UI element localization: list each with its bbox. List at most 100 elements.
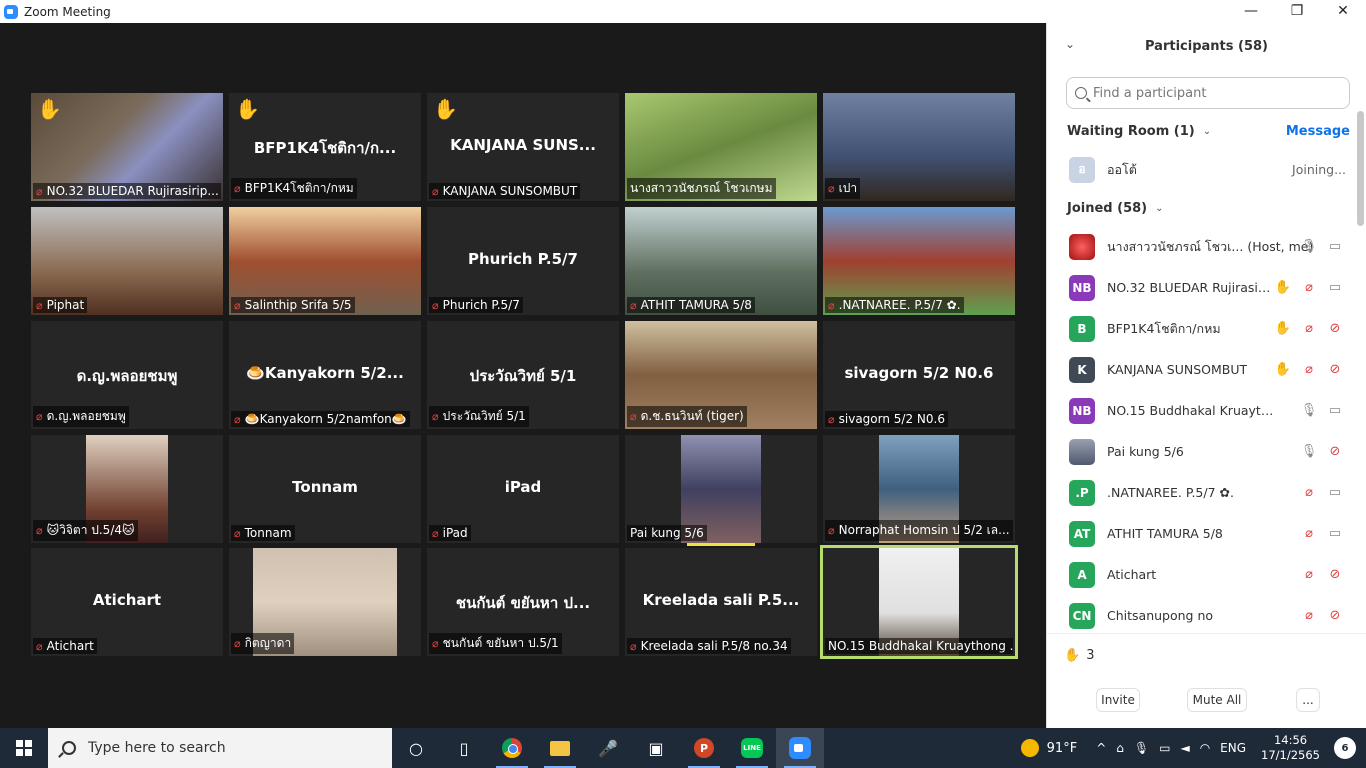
message-button[interactable]: Message bbox=[1286, 124, 1350, 139]
microphone-app-icon[interactable]: 🎤 bbox=[584, 728, 632, 768]
close-button[interactable]: ✕ bbox=[1320, 0, 1366, 23]
participant-row[interactable]: CN Chitsanupong no ⌀ ⊘ bbox=[1047, 595, 1366, 636]
camera-icon[interactable]: ▭ bbox=[1326, 239, 1344, 254]
wifi-icon[interactable]: ◠ bbox=[1200, 741, 1210, 755]
invite-button[interactable]: Invite bbox=[1096, 688, 1140, 712]
video-tile[interactable]: 🍮Kanyakorn 5/2... ⌀ 🍮Kanyakorn 5/2namfon🍮 bbox=[229, 321, 421, 429]
chrome-icon[interactable] bbox=[488, 728, 536, 768]
mic-muted-icon[interactable]: ⌀ bbox=[1300, 608, 1318, 623]
participant-row[interactable]: B BFP1K4โชติกา/กหม ✋ ⌀ ⊘ bbox=[1047, 308, 1366, 349]
video-tile[interactable]: ⌀ กิตญาดา bbox=[229, 548, 421, 656]
camera-off-icon[interactable]: ⊘ bbox=[1326, 444, 1344, 459]
temperature[interactable]: 91°F bbox=[1047, 741, 1078, 756]
task-view-icon[interactable]: ▯ bbox=[440, 728, 488, 768]
mic-muted-icon[interactable]: ⌀ bbox=[1300, 567, 1318, 582]
clock[interactable]: 14:56 17/1/2565 bbox=[1261, 733, 1320, 763]
avatar: อ bbox=[1069, 156, 1095, 183]
video-tile[interactable]: ⌀ เปา bbox=[823, 93, 1015, 201]
chevron-down-icon[interactable]: ⌄ bbox=[1065, 37, 1075, 51]
minimize-button[interactable]: — bbox=[1228, 0, 1274, 23]
mic-muted-icon[interactable]: ⌀ bbox=[1300, 362, 1318, 377]
video-tile[interactable]: ✋ ⌀ NO.32 BLUEDAR Rujirasirip... bbox=[31, 93, 223, 201]
mic-muted-icon[interactable]: ⌀ bbox=[1300, 485, 1318, 500]
video-tile[interactable]: ด.ญ.พลอยชมพู ⌀ ด.ญ.พลอยชมพู bbox=[31, 321, 223, 429]
panel-scrollbar[interactable] bbox=[1357, 111, 1364, 226]
mute-all-button[interactable]: Mute All bbox=[1187, 688, 1247, 712]
camera-off-icon[interactable]: ⊘ bbox=[1326, 362, 1344, 377]
camera-icon[interactable]: ▭ bbox=[1326, 485, 1344, 500]
battery-icon[interactable]: ▭ bbox=[1159, 741, 1170, 755]
video-tile[interactable]: นางสาววนัชภรณ์ โชวเกษม bbox=[625, 93, 817, 201]
microphone-tray-icon[interactable]: 🎙 bbox=[1134, 741, 1149, 755]
video-tile[interactable]: Atichart ⌀ Atichart bbox=[31, 548, 223, 656]
camera-off-icon[interactable]: ⊘ bbox=[1326, 567, 1344, 582]
network-device-icon[interactable]: ⌂ bbox=[1116, 741, 1124, 755]
microphone-icon[interactable]: 🎙 bbox=[1300, 403, 1318, 418]
video-tile[interactable]: ⌀ .NATNAREE. P.5/7 ✿. bbox=[823, 207, 1015, 315]
participant-caption-text: sivagorn 5/2 N0.6 bbox=[838, 412, 945, 426]
weather-sun-icon[interactable] bbox=[1020, 739, 1039, 757]
video-tile[interactable]: Tonnam ⌀ Tonnam bbox=[229, 435, 421, 543]
camera-off-icon[interactable]: ⊘ bbox=[1326, 608, 1344, 623]
video-tile[interactable]: sivagorn 5/2 N0.6 ⌀ sivagorn 5/2 N0.6 bbox=[823, 321, 1015, 429]
volume-icon[interactable]: ◄ bbox=[1180, 741, 1189, 755]
participant-row[interactable]: NB NO.32 BLUEDAR Rujirasirip... ✋ ⌀ ▭ bbox=[1047, 267, 1366, 308]
participant-row[interactable]: นางสาววนัชภรณ์ โชวเ... (Host, me) 🎙 ▭ bbox=[1047, 226, 1366, 267]
video-tile[interactable]: ชนกันต์ ขยันหา ป... ⌀ ชนกันต์ ขยันหา ป.5/1 bbox=[427, 548, 619, 656]
camera-icon[interactable]: ▭ bbox=[1326, 403, 1344, 418]
participant-row[interactable]: K KANJANA SUNSOMBUT ✋ ⌀ ⊘ bbox=[1047, 349, 1366, 390]
maximize-button[interactable]: ❐ bbox=[1274, 0, 1320, 23]
participant-search[interactable] bbox=[1066, 77, 1350, 109]
participant-caption: Pai kung 5/6 bbox=[627, 525, 707, 541]
microphone-icon[interactable]: 🎙 bbox=[1300, 444, 1318, 459]
mic-muted-icon: ⌀ bbox=[36, 410, 43, 423]
video-tile[interactable]: Pai kung 5/6 bbox=[625, 435, 817, 543]
mic-muted-icon[interactable]: ⌀ bbox=[1300, 280, 1318, 295]
camera-icon[interactable]: ▭ bbox=[1326, 280, 1344, 295]
video-tile[interactable]: ⌀ Piphat bbox=[31, 207, 223, 315]
participant-row[interactable]: Pai kung 5/6 🎙 ⊘ bbox=[1047, 431, 1366, 472]
joined-header[interactable]: Joined (58) ⌄ bbox=[1047, 190, 1366, 226]
camera-off-icon[interactable]: ⊘ bbox=[1326, 321, 1344, 336]
taskbar-search[interactable]: Type here to search bbox=[48, 728, 392, 768]
microphone-icon[interactable]: 🎙 bbox=[1300, 239, 1318, 254]
participant-status-icons: ✋ ⌀ ⊘ bbox=[1274, 321, 1344, 336]
waiting-room-header[interactable]: Waiting Room (1) ⌄ Message bbox=[1047, 113, 1366, 149]
mic-muted-icon[interactable]: ⌀ bbox=[1300, 526, 1318, 541]
participant-row[interactable]: AT ATHIT TAMURA 5/8 ⌀ ▭ bbox=[1047, 513, 1366, 554]
camera-icon[interactable]: ▭ bbox=[1326, 526, 1344, 541]
video-tile[interactable]: Phurich P.5/7 ⌀ Phurich P.5/7 bbox=[427, 207, 619, 315]
participant-name: นางสาววนัชภรณ์ โชวเ... bbox=[1107, 238, 1244, 254]
video-tile[interactable]: ⌀ ด.ช.ธนวินท์ (tiger) bbox=[625, 321, 817, 429]
start-button[interactable] bbox=[0, 728, 48, 768]
screen-app-icon[interactable]: ▣ bbox=[632, 728, 680, 768]
participant-row[interactable]: A Atichart ⌀ ⊘ bbox=[1047, 554, 1366, 595]
file-explorer-icon[interactable] bbox=[536, 728, 584, 768]
video-tile[interactable]: ⌀ Salinthip Srifa 5/5 bbox=[229, 207, 421, 315]
video-tile[interactable]: ⌀ Norraphat Homsin ป 5/2 เล... bbox=[823, 435, 1015, 543]
video-tile[interactable]: ⌀ ATHIT TAMURA 5/8 bbox=[625, 207, 817, 315]
powerpoint-icon[interactable]: P bbox=[680, 728, 728, 768]
video-tile[interactable]: Kreelada sali P.5... ⌀ Kreelada sali P.5/8… bbox=[625, 548, 817, 656]
cortana-icon[interactable]: ○ bbox=[392, 728, 440, 768]
chevron-up-icon[interactable]: ^ bbox=[1096, 741, 1106, 755]
waiting-room-entry[interactable]: อ ออโต้ Joining... bbox=[1047, 149, 1366, 190]
more-button[interactable]: ... bbox=[1296, 688, 1320, 712]
video-tile[interactable]: BFP1K4โชติกา/ก... ✋ ⌀ BFP1K4โชติกา/กหม bbox=[229, 93, 421, 201]
participant-search-input[interactable] bbox=[1093, 85, 1333, 101]
participant-display-name: Kreelada sali P.5... bbox=[642, 591, 800, 609]
mic-muted-icon: ⌀ bbox=[234, 298, 241, 312]
mic-muted-icon[interactable]: ⌀ bbox=[1300, 321, 1318, 336]
video-tile[interactable]: KANJANA SUNS... ✋ ⌀ KANJANA SUNSOMBUT bbox=[427, 93, 619, 201]
video-tile[interactable]: ประวัณวิทย์ 5/1 ⌀ ประวัณวิทย์ 5/1 bbox=[427, 321, 619, 429]
video-tile[interactable]: NO.15 Buddhakal Kruaythong ... bbox=[820, 545, 1018, 659]
notification-center-icon[interactable]: 6 bbox=[1334, 737, 1356, 759]
language-indicator[interactable]: ENG bbox=[1220, 741, 1246, 755]
mic-muted-icon: ⌀ bbox=[36, 298, 43, 312]
video-tile[interactable]: iPad ⌀ iPad bbox=[427, 435, 619, 543]
video-tile[interactable]: ⌀ 🐱วิจิตา ป.5/4🐱 bbox=[31, 435, 223, 543]
zoom-taskbar-icon[interactable] bbox=[776, 728, 824, 768]
line-app-icon[interactable]: LINE bbox=[728, 728, 776, 768]
participant-row[interactable]: NBNO.15 Buddhakal Kruaythong ...🎙▭ bbox=[1047, 390, 1366, 431]
participant-row[interactable]: .P .NATNAREE. P.5/7 ✿. ⌀ ▭ bbox=[1047, 472, 1366, 513]
